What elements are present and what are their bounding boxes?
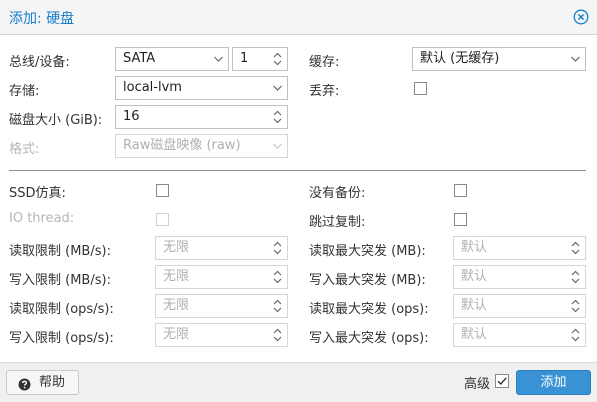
- read-limit-mbs-value: 无限: [163, 240, 190, 255]
- read-limit-ops-value: 无限: [163, 298, 190, 313]
- help-button[interactable]: 帮助: [6, 370, 79, 395]
- write-limit-mbs-label: 写入限制 (MB/s):: [9, 273, 111, 288]
- device-value: 1: [240, 51, 249, 66]
- chevron-down-icon[interactable]: [210, 48, 228, 70]
- storage-value: local-lvm: [123, 80, 182, 95]
- storage-select[interactable]: local-lvm: [115, 76, 288, 100]
- advanced-label: 高级: [464, 377, 491, 392]
- read-burst-mb-value: 默认: [461, 240, 488, 255]
- skip-replication-checkbox[interactable]: [454, 213, 467, 226]
- skip-replication-label: 跳过复制:: [309, 215, 366, 230]
- disk-size-spinner[interactable]: 16: [115, 105, 288, 129]
- write-limit-ops-label: 写入限制 (ops/s):: [9, 331, 114, 346]
- spinner-arrows-icon[interactable]: [567, 237, 585, 259]
- io-thread-label: IO thread:: [9, 211, 75, 226]
- read-burst-mb-spinner[interactable]: 默认: [453, 236, 586, 260]
- dialog-footer: 帮助 高级 添加: [0, 362, 597, 402]
- read-burst-ops-value: 默认: [461, 298, 488, 313]
- spinner-arrows-icon[interactable]: [269, 295, 287, 317]
- help-label: 帮助: [39, 375, 66, 390]
- spinner-arrows-icon[interactable]: [269, 106, 287, 128]
- checkmark-icon: [497, 377, 507, 386]
- format-select: Raw磁盘映像 (raw): [115, 134, 288, 158]
- write-burst-ops-label: 写入最大突发 (ops):: [309, 331, 429, 346]
- chevron-down-icon[interactable]: [269, 77, 287, 99]
- cache-value: 默认 (无缓存): [420, 51, 500, 66]
- discard-checkbox[interactable]: [414, 82, 427, 95]
- read-burst-ops-spinner[interactable]: 默认: [453, 294, 586, 318]
- format-value: Raw磁盘映像 (raw): [123, 138, 241, 153]
- no-backup-label: 没有备份:: [309, 186, 366, 201]
- disk-size-value: 16: [123, 109, 140, 124]
- advanced-checkbox[interactable]: [495, 374, 509, 388]
- dialog-header: 添加: 硬盘: [0, 0, 597, 35]
- write-limit-ops-value: 无限: [163, 327, 190, 342]
- device-number-spinner[interactable]: 1: [232, 47, 288, 71]
- format-label: 格式:: [9, 142, 40, 157]
- chevron-down-icon[interactable]: [567, 48, 585, 70]
- read-limit-ops-label: 读取限制 (ops/s):: [9, 302, 114, 317]
- question-circle-icon: [18, 376, 31, 399]
- ssd-emulation-label: SSD仿真:: [9, 186, 66, 201]
- cache-select[interactable]: 默认 (无缓存): [412, 47, 586, 71]
- write-limit-mbs-value: 无限: [163, 269, 190, 284]
- storage-label: 存储:: [9, 84, 40, 99]
- bus-value: SATA: [123, 51, 156, 66]
- ssd-emulation-checkbox[interactable]: [156, 184, 169, 197]
- no-backup-checkbox[interactable]: [454, 184, 467, 197]
- chevron-down-icon: [269, 135, 287, 157]
- spinner-arrows-icon[interactable]: [269, 266, 287, 288]
- read-burst-ops-label: 读取最大突发 (ops):: [309, 302, 429, 317]
- close-icon[interactable]: [573, 9, 589, 25]
- read-limit-ops-spinner[interactable]: 无限: [155, 294, 288, 318]
- spinner-arrows-icon[interactable]: [567, 324, 585, 346]
- write-burst-mb-value: 默认: [461, 269, 488, 284]
- write-burst-ops-spinner[interactable]: 默认: [453, 323, 586, 347]
- write-burst-ops-value: 默认: [461, 327, 488, 342]
- dialog-title: 添加: 硬盘: [9, 11, 75, 27]
- write-limit-ops-spinner[interactable]: 无限: [155, 323, 288, 347]
- bus-device-label: 总线/设备:: [9, 55, 70, 70]
- write-burst-mb-spinner[interactable]: 默认: [453, 265, 586, 289]
- write-burst-mb-label: 写入最大突发 (MB):: [309, 273, 426, 288]
- spinner-arrows-icon[interactable]: [269, 48, 287, 70]
- discard-label: 丢弃:: [309, 84, 340, 99]
- read-limit-mbs-spinner[interactable]: 无限: [155, 236, 288, 260]
- disk-size-label: 磁盘大小 (GiB):: [9, 113, 103, 128]
- cache-label: 缓存:: [309, 55, 340, 70]
- read-limit-mbs-label: 读取限制 (MB/s):: [9, 244, 111, 259]
- add-button[interactable]: 添加: [516, 370, 591, 395]
- io-thread-checkbox: [156, 213, 169, 226]
- spinner-arrows-icon[interactable]: [567, 295, 585, 317]
- write-limit-mbs-spinner[interactable]: 无限: [155, 265, 288, 289]
- spinner-arrows-icon[interactable]: [269, 237, 287, 259]
- read-burst-mb-label: 读取最大突发 (MB):: [309, 244, 426, 259]
- spinner-arrows-icon[interactable]: [269, 324, 287, 346]
- spinner-arrows-icon[interactable]: [567, 266, 585, 288]
- bus-select[interactable]: SATA: [115, 47, 229, 71]
- section-divider: [9, 170, 586, 171]
